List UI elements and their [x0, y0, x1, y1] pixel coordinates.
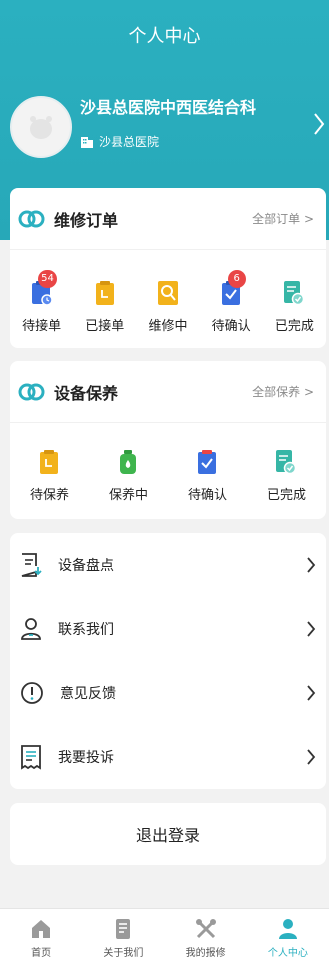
- chevron-right-icon: [314, 113, 325, 135]
- repair-orders-header: 维修订单 全部订单 >: [10, 188, 326, 250]
- logout-button[interactable]: 退出登录: [10, 803, 326, 865]
- order-completed[interactable]: 已完成: [275, 280, 314, 334]
- alert-icon: [21, 682, 43, 704]
- clipboard-icon: [40, 450, 59, 474]
- order-status-label: 待接单: [22, 319, 62, 334]
- maintenance-icons: 待保养 保养中 待确认 已完成: [10, 423, 326, 503]
- menu-label: 联系我们: [58, 622, 114, 638]
- maintenance-card: 设备保养 全部保养 > 待保养 保养中 待确认 已完成: [10, 361, 326, 519]
- hospital-name-row: 沙县总医院: [80, 133, 159, 150]
- chevron-right-icon: [307, 749, 316, 765]
- menu-list: 设备盘点 联系我们 意见反馈 我要投诉: [10, 533, 326, 789]
- tab-label: 首页: [31, 948, 52, 959]
- menu-label: 设备盘点: [58, 558, 114, 574]
- hospital-name: 沙县总医院: [99, 135, 160, 149]
- all-maintenance-link[interactable]: 全部保养 >: [252, 383, 314, 400]
- doc-check-icon: [284, 281, 305, 306]
- checklist-icon: [198, 450, 217, 474]
- bottom-tab-bar: 首页 关于我们 我的报修 个人中心: [0, 908, 329, 966]
- rings-icon: [18, 383, 45, 400]
- tab-label: 关于我们: [103, 948, 144, 959]
- tab-my-repairs[interactable]: 我的报修: [165, 909, 247, 966]
- tab-label: 个人中心: [267, 948, 308, 959]
- order-status-label: 待确认: [211, 319, 251, 334]
- order-status-label: 维修中: [148, 319, 188, 334]
- maintenance-status-label: 保养中: [108, 488, 148, 503]
- menu-label: 意见反馈: [60, 686, 116, 702]
- order-status-label: 已完成: [274, 319, 314, 334]
- menu-item-inventory[interactable]: 设备盘点: [10, 533, 326, 597]
- menu-item-complaint[interactable]: 我要投诉: [10, 725, 326, 789]
- menu-item-contact[interactable]: 联系我们: [10, 597, 326, 661]
- menu-label: 我要投诉: [58, 750, 114, 766]
- chevron-right-icon: [307, 621, 316, 637]
- repair-orders-icons: 54 待接单 已接单 维修中 6 待确认 已完成: [10, 250, 326, 334]
- badge-count: 54: [38, 270, 57, 288]
- order-in-repair[interactable]: 维修中: [148, 280, 187, 334]
- repair-orders-title: 维修订单: [54, 210, 119, 230]
- order-accepted[interactable]: 已接单: [85, 280, 124, 334]
- maintenance-in-progress[interactable]: 保养中: [109, 449, 148, 503]
- clipboard-icon: [95, 281, 114, 305]
- order-status-label: 已接单: [85, 319, 125, 334]
- maintenance-completed[interactable]: 已完成: [267, 449, 306, 503]
- order-pending-confirm[interactable]: 6 待确认: [211, 270, 251, 334]
- maintenance-pending-confirm[interactable]: 待确认: [188, 449, 227, 503]
- profile-arrow[interactable]: [313, 112, 325, 140]
- maintenance-status-label: 待保养: [29, 488, 69, 503]
- chevron-right-icon: [307, 557, 316, 573]
- page-title: 个人中心: [128, 26, 201, 47]
- tab-home[interactable]: 首页: [0, 909, 82, 966]
- all-orders-link[interactable]: 全部订单 >: [252, 210, 314, 227]
- avatar-placeholder-icon: [30, 116, 52, 139]
- avatar[interactable]: [10, 96, 72, 158]
- rings-icon: [18, 210, 45, 227]
- bottle-icon: [120, 450, 137, 474]
- maintenance-title: 设备保养: [54, 383, 119, 403]
- wrench-icon: [157, 281, 178, 305]
- badge-count: 6: [227, 270, 246, 288]
- inventory-icon: [21, 553, 42, 577]
- maintenance-pending[interactable]: 待保养: [30, 449, 69, 503]
- doc-check-icon: [276, 450, 297, 475]
- maintenance-status-label: 已完成: [266, 488, 306, 503]
- about-icon: [116, 919, 131, 939]
- tab-label: 我的报修: [185, 948, 226, 959]
- maintenance-header: 设备保养 全部保养 >: [10, 361, 326, 423]
- person-icon: [21, 618, 41, 640]
- user-icon: [278, 919, 297, 939]
- tab-profile[interactable]: 个人中心: [247, 909, 329, 966]
- maintenance-status-label: 待确认: [187, 488, 227, 503]
- order-pending-accept[interactable]: 54 待接单: [22, 270, 62, 334]
- org-name: 沙县总医院中西医结合科: [80, 98, 257, 117]
- tab-about[interactable]: 关于我们: [82, 909, 164, 966]
- chevron-right-icon: [307, 685, 316, 701]
- repair-orders-card: 维修订单 全部订单 > 54 待接单 已接单 维修中 6 待确认 已完成: [10, 188, 326, 348]
- menu-item-feedback[interactable]: 意见反馈: [10, 661, 326, 725]
- home-icon: [32, 920, 51, 938]
- tools-icon: [195, 919, 216, 939]
- receipt-icon: [21, 745, 41, 770]
- building-icon: [81, 136, 93, 148]
